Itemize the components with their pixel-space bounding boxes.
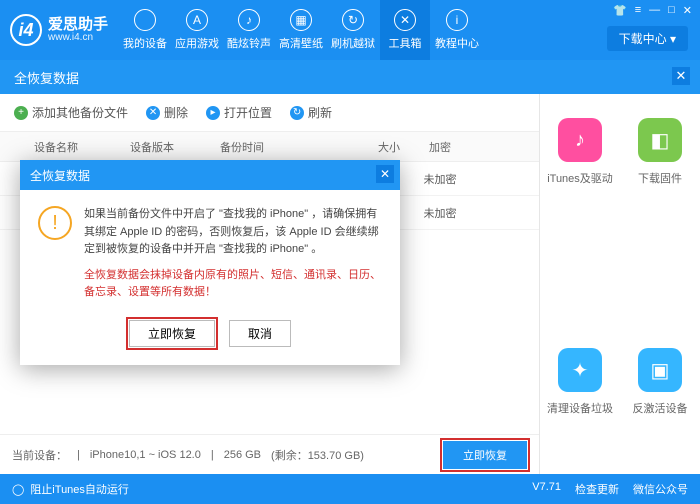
dialog-cancel-button[interactable]: 取消 <box>229 320 291 347</box>
refresh-icon: ↻ <box>290 106 304 120</box>
warning-icon: ! <box>38 206 72 240</box>
open-location-button[interactable]: ▸打开位置 <box>206 104 272 121</box>
logo-icon: i4 <box>10 14 42 46</box>
nav-ringtones[interactable]: ♪酷炫铃声 <box>224 0 274 60</box>
download-center-button[interactable]: 下载中心 ▾ <box>607 26 688 51</box>
menu-icon[interactable]: ≡ <box>635 4 641 17</box>
flash-icon: ↻ <box>342 9 364 31</box>
col-time[interactable]: 备份时间 <box>220 139 340 155</box>
cube-icon: ◧ <box>638 118 682 162</box>
dialog-warning: 全恢复数据会抹掉设备内原有的照片、短信、通讯录、日历、备忘录、设置等所有数据！ <box>84 267 382 302</box>
dialog-header[interactable]: 全恢复数据 ✕ <box>20 160 400 190</box>
dialog-close-icon[interactable]: ✕ <box>376 165 394 183</box>
current-device-label: 当前设备： <box>12 447 67 463</box>
radio-icon[interactable]: ◯ <box>12 483 24 496</box>
music-icon: ♪ <box>558 118 602 162</box>
delete-button[interactable]: ✕删除 <box>146 104 188 121</box>
side-tiles: ♪iTunes及驱动 ◧下载固件 ✦清理设备垃圾 ▣反激活设备 <box>540 94 700 474</box>
dialog-title: 全恢复数据 <box>30 167 90 184</box>
titlebar: i4 爱思助手 www.i4.cn 我的设备 A应用游戏 ♪酷炫铃声 ▦高清壁纸… <box>0 0 700 60</box>
info-icon: i <box>446 9 468 31</box>
nav-wallpaper[interactable]: ▦高清壁纸 <box>276 0 326 60</box>
nav-my-device[interactable]: 我的设备 <box>120 0 170 60</box>
nav-flash[interactable]: ↻刷机越狱 <box>328 0 378 60</box>
col-name[interactable]: 设备名称 <box>0 139 130 155</box>
version-label: V7.71 <box>532 481 561 497</box>
broom-icon: ✦ <box>558 348 602 392</box>
wechat-button[interactable]: 微信公众号 <box>633 481 688 497</box>
table-header: 设备名称 设备版本 备份时间 大小 加密 <box>0 132 539 162</box>
window-controls: 👕 ≡ — □ ✕ <box>613 4 692 17</box>
panel-close-icon[interactable]: ✕ <box>672 67 690 85</box>
device-storage: 256 GB <box>224 449 261 461</box>
skin-icon[interactable]: 👕 <box>613 4 627 17</box>
image-icon: ▦ <box>290 9 312 31</box>
tile-download-firmware[interactable]: ◧下载固件 <box>620 118 700 208</box>
tile-clean-device[interactable]: ✦清理设备垃圾 <box>540 348 620 438</box>
tile-deactivate[interactable]: ▣反激活设备 <box>620 348 700 438</box>
tile-itunes-driver[interactable]: ♪iTunes及驱动 <box>540 118 620 208</box>
bell-icon: ♪ <box>238 9 260 31</box>
app-logo: i4 爱思助手 www.i4.cn <box>10 14 108 46</box>
nav-apps[interactable]: A应用游戏 <box>172 0 222 60</box>
dialog-ok-button[interactable]: 立即恢复 <box>129 320 215 347</box>
apple-icon <box>134 9 156 31</box>
app-name: 爱思助手 <box>48 17 108 32</box>
close-icon[interactable]: ✕ <box>683 4 692 17</box>
confirm-dialog: 全恢复数据 ✕ ! 如果当前备份文件中开启了 "查找我的 iPhone" ，请确… <box>20 160 400 365</box>
block-itunes-label[interactable]: 阻止iTunes自动运行 <box>30 481 129 497</box>
dialog-text: 如果当前备份文件中开启了 "查找我的 iPhone" ，请确保拥有其绑定 App… <box>84 206 382 302</box>
app-url: www.i4.cn <box>48 32 108 43</box>
panel-title: 全恢复数据 <box>14 68 79 87</box>
col-size[interactable]: 大小 <box>340 139 410 155</box>
folder-icon: ▸ <box>206 106 220 120</box>
dialog-message: 如果当前备份文件中开启了 "查找我的 iPhone" ，请确保拥有其绑定 App… <box>84 206 382 259</box>
col-encrypt[interactable]: 加密 <box>410 139 470 155</box>
col-version[interactable]: 设备版本 <box>130 139 220 155</box>
plus-icon: + <box>14 106 28 120</box>
apps-icon: A <box>186 9 208 31</box>
maximize-icon[interactable]: □ <box>668 4 675 17</box>
main-nav: 我的设备 A应用游戏 ♪酷炫铃声 ▦高清壁纸 ↻刷机越狱 ✕工具箱 i教程中心 <box>120 0 482 60</box>
device-remain: (剩余：153.70 GB) <box>271 447 364 463</box>
minimize-icon[interactable]: — <box>649 4 660 17</box>
statusbar: ◯ 阻止iTunes自动运行 V7.71 检查更新 微信公众号 <box>0 474 700 504</box>
check-update-button[interactable]: 检查更新 <box>575 481 619 497</box>
add-backup-button[interactable]: +添加其他备份文件 <box>14 104 128 121</box>
x-icon: ✕ <box>146 106 160 120</box>
device-bar: 当前设备： | iPhone10,1 ~ iOS 12.0 | 256 GB (… <box>0 434 539 474</box>
nav-tutorials[interactable]: i教程中心 <box>432 0 482 60</box>
panel-header: 全恢复数据 ✕ <box>0 60 700 94</box>
refresh-button[interactable]: ↻刷新 <box>290 104 332 121</box>
tools-icon: ✕ <box>394 9 416 31</box>
device-icon: ▣ <box>638 348 682 392</box>
toolbar: +添加其他备份文件 ✕删除 ▸打开位置 ↻刷新 <box>0 94 539 132</box>
nav-toolbox[interactable]: ✕工具箱 <box>380 0 430 60</box>
device-model: iPhone10,1 ~ iOS 12.0 <box>90 449 201 461</box>
restore-now-button[interactable]: 立即恢复 <box>443 441 527 469</box>
